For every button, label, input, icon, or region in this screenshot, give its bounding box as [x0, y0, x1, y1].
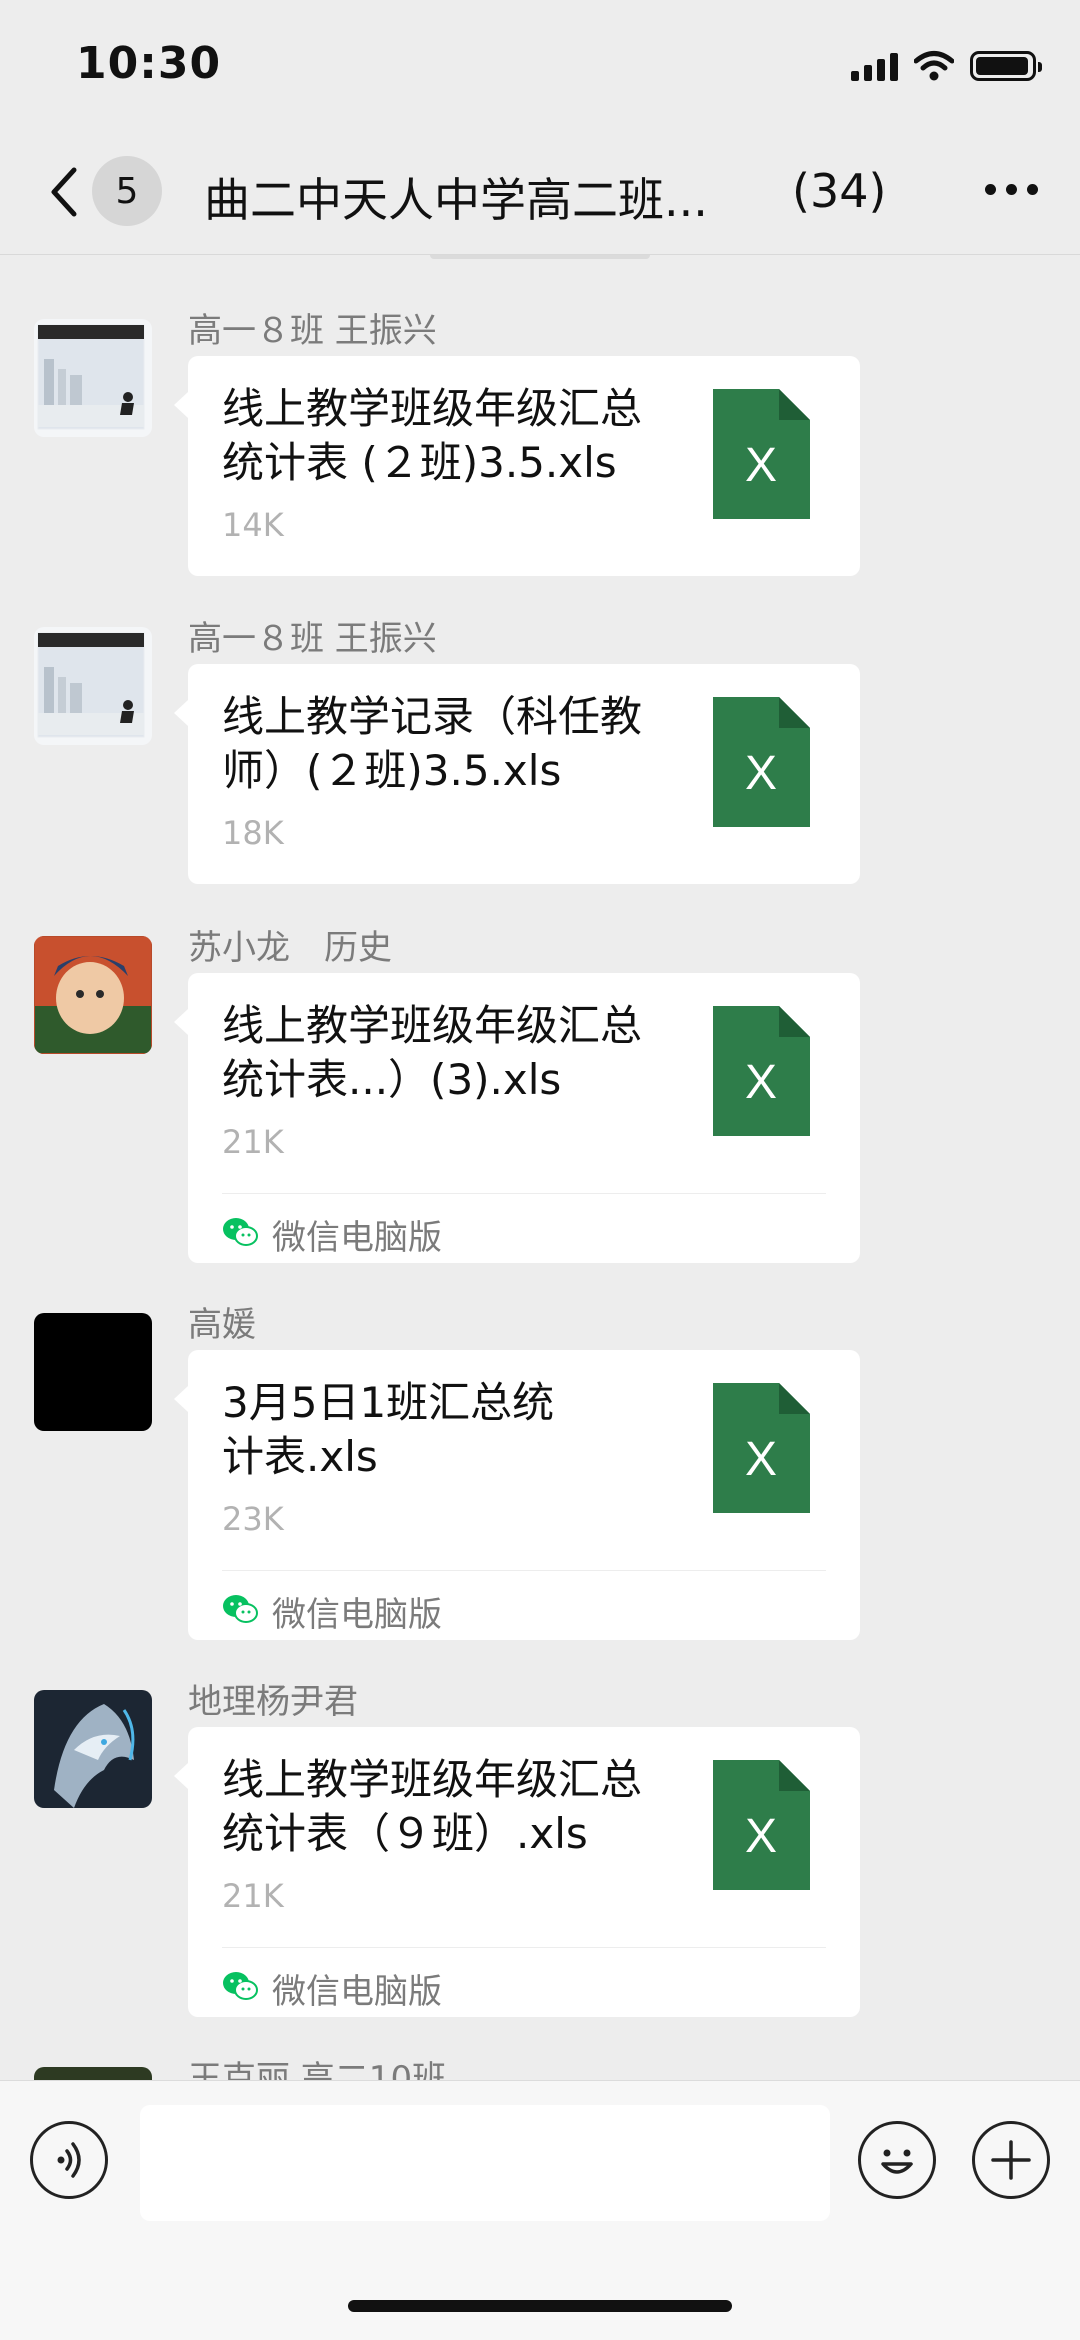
source-label: 微信电脑版: [272, 1218, 442, 1258]
sender-name: 高一８班 王振兴: [188, 619, 437, 659]
message-source: 微信电脑版: [222, 1193, 826, 1264]
message-input[interactable]: [140, 2105, 830, 2221]
sender-name: 苏小龙 历史: [188, 928, 392, 968]
file-size: 14K: [222, 506, 284, 544]
sender-name: 高媛: [188, 1305, 256, 1345]
file-size: 23K: [222, 1500, 284, 1538]
avatar[interactable]: [34, 936, 152, 1054]
file-message-card[interactable]: 线上教学班级年级汇总统计表 (２班)3.5.xls 14K X: [174, 356, 860, 576]
avatar[interactable]: [34, 319, 152, 437]
message-source: 微信电脑版: [222, 1570, 826, 1641]
avatar[interactable]: [34, 2067, 152, 2080]
wechat-icon: [223, 1595, 258, 1623]
svg-text:X: X: [745, 1433, 777, 1486]
svg-text:X: X: [745, 747, 777, 800]
excel-file-icon: X: [713, 1006, 810, 1136]
unread-count-badge[interactable]: 5: [92, 156, 162, 226]
wifi-icon: [914, 51, 954, 81]
wechat-icon: [223, 1218, 258, 1246]
excel-file-icon: X: [713, 697, 810, 827]
sender-name: 王克丽 高二10班: [188, 2059, 447, 2080]
home-indicator[interactable]: [348, 2300, 732, 2312]
add-more-icon[interactable]: [972, 2121, 1050, 2199]
file-size: 18K: [222, 814, 284, 852]
wechat-icon: [223, 1972, 258, 2000]
status-bar: 10:30: [0, 0, 1080, 130]
svg-text:X: X: [745, 1810, 777, 1863]
cellular-signal-icon: [851, 51, 898, 81]
avatar[interactable]: [34, 1690, 152, 1808]
svg-text:X: X: [745, 439, 777, 492]
file-message-card[interactable]: 线上教学班级年级汇总统计表...）(3).xls 21K X 微信电脑版: [174, 973, 860, 1264]
file-name: 线上教学记录（科任教师）(２班)3.5.xls: [222, 692, 643, 795]
more-options-icon[interactable]: [985, 184, 1038, 195]
avatar[interactable]: [34, 627, 152, 745]
member-count: (34): [792, 164, 887, 218]
file-name: 线上教学班级年级汇总统计表（９班）.xls: [222, 1755, 643, 1858]
status-time: 10:30: [76, 38, 222, 89]
source-label: 微信电脑版: [272, 1595, 442, 1635]
excel-file-icon: X: [713, 389, 810, 519]
file-name: 线上教学班级年级汇总统计表...）(3).xls: [222, 1001, 643, 1104]
sender-name: 高一８班 王振兴: [188, 311, 437, 351]
back-arrow-icon[interactable]: [40, 160, 90, 224]
chat-title: 曲二中天人中学高二班...: [204, 173, 708, 227]
file-name: 3月5日1班汇总统计表.xls: [222, 1378, 555, 1481]
message-source: 微信电脑版: [222, 1947, 826, 2018]
file-message-card[interactable]: 线上教学记录（科任教师）(２班)3.5.xls 18K X: [174, 664, 860, 884]
file-message-card[interactable]: 线上教学班级年级汇总统计表（９班）.xls 21K X 微信电脑版: [174, 1727, 860, 2018]
voice-input-icon[interactable]: [30, 2121, 108, 2199]
file-size: 21K: [222, 1877, 284, 1915]
excel-file-icon: X: [713, 1383, 810, 1513]
chat-header: 5 曲二中天人中学高二班... (34): [0, 130, 1080, 255]
avatar[interactable]: [34, 1313, 152, 1431]
timestamp-divider: [430, 255, 650, 261]
file-message-card[interactable]: 3月5日1班汇总统计表.xls 23K X 微信电脑版: [174, 1350, 860, 1641]
file-size: 21K: [222, 1123, 284, 1161]
emoji-icon[interactable]: [858, 2121, 936, 2199]
excel-file-icon: X: [713, 1760, 810, 1890]
svg-text:X: X: [745, 1056, 777, 1109]
chat-message-list[interactable]: 高一８班 王振兴 线上教学班级年级汇总统计表 (２班)3.5.xls 14K X: [0, 255, 1080, 2080]
battery-icon: [970, 51, 1042, 81]
sender-name: 地理杨尹君: [188, 1682, 358, 1722]
file-name: 线上教学班级年级汇总统计表 (２班)3.5.xls: [222, 384, 643, 487]
source-label: 微信电脑版: [272, 1972, 442, 2012]
status-icons: [851, 46, 1042, 86]
